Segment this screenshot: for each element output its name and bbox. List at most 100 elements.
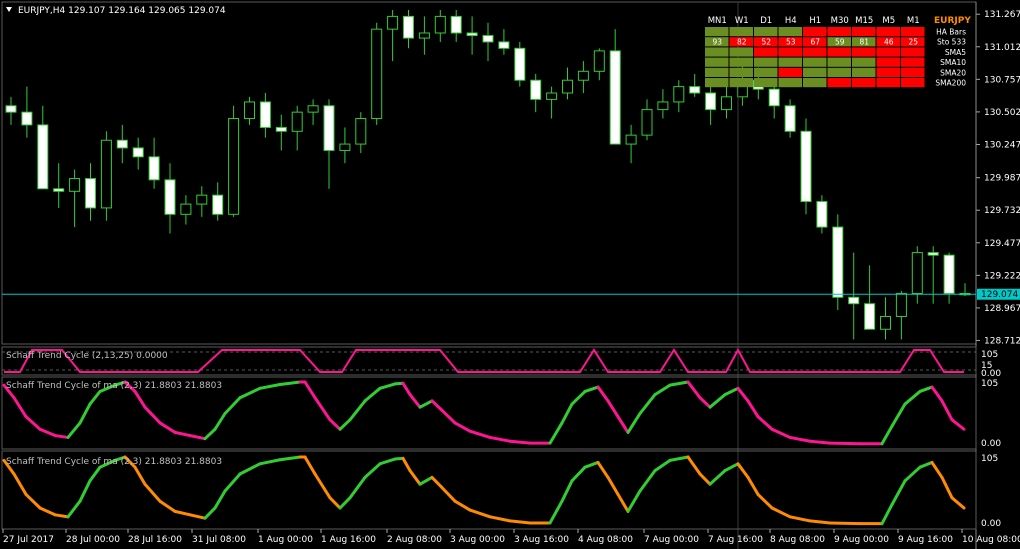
header-triangle-icon [6, 7, 12, 12]
stc-segment [583, 385, 600, 393]
candle-body [196, 194, 208, 205]
schaff-pane-3[interactable]: Schaff Trend Cycle of ma (2,3) 21.8803 2… [1, 450, 1001, 530]
dashboard-cell [901, 57, 925, 67]
candle-body [673, 86, 685, 103]
stc-segment [158, 499, 177, 513]
stc-segment [158, 421, 177, 434]
candle-body [784, 105, 796, 132]
stc-segment [313, 472, 332, 500]
stc-segment [88, 465, 102, 483]
stc-segment [440, 486, 457, 503]
price-axis[interactable]: 129.074 131.267 131.012 130.757 130.502 130.… [975, 2, 1020, 549]
stc-segment [203, 427, 217, 441]
stc-segment [596, 385, 610, 403]
dashboard-cell [729, 67, 753, 77]
stc-segment [668, 455, 690, 462]
price-tick-label: 130.247 [984, 140, 1020, 150]
candle-body [100, 139, 112, 209]
stc-segment [756, 415, 774, 431]
schaff-scale-bottom-3: 0.00 [981, 519, 1001, 529]
time-tick-label: 10 Aug 08:00 [962, 535, 1020, 545]
timeframe-header: D1 [760, 16, 772, 26]
candle-body [85, 178, 96, 209]
candle-body [371, 28, 383, 120]
candle-body [21, 111, 33, 126]
stc-segment [408, 469, 422, 486]
stc-segment [880, 424, 894, 446]
stc-segment [890, 402, 907, 428]
dashboard-cell [729, 47, 753, 57]
stc-segment [38, 506, 57, 517]
schaff-pane-1[interactable]: Schaff Trend Cycle (2,13,25) 0.0000 105 … [1, 346, 1001, 379]
time-tick-label: 3 Aug 00:00 [450, 535, 505, 545]
time-axis[interactable]: 27 Jul 2017 28 Jul 00:00 28 Jul 16:00 31 Ju… [2, 529, 1020, 545]
stc-segment [12, 396, 28, 419]
stc-segment [918, 460, 934, 469]
stc-segment [638, 469, 657, 493]
dashboard-cell [705, 67, 729, 77]
stc-segment [828, 521, 862, 526]
schaff-scale-bottom-1: 0.00 [981, 369, 1001, 379]
stc-segment [143, 405, 162, 425]
candle-body [498, 41, 510, 49]
trading-chart[interactable]: EURJPY,H4 129.107 129.164 129.065 129.07… [0, 0, 1020, 549]
stc-segment [930, 385, 944, 403]
stc-segment [736, 386, 750, 403]
dashboard-cell [876, 47, 900, 57]
dashboard-cell [852, 27, 876, 37]
stc-segment [723, 386, 740, 397]
price-tick-label: 130.757 [984, 75, 1020, 85]
schaff-pane-2[interactable]: Schaff Trend Cycle of ma (2,3) 21.8803 2… [1, 376, 1001, 450]
stc-segment [258, 458, 282, 466]
candle-body [721, 96, 732, 111]
stc-segment [453, 499, 472, 512]
candle-body [593, 50, 605, 72]
time-tick-label: 9 Aug 16:00 [898, 535, 953, 545]
candle-body [562, 79, 573, 94]
stc-segment [468, 429, 492, 439]
dashboard-cell [778, 27, 802, 37]
candle-body [259, 101, 271, 128]
stc-segment [770, 427, 792, 439]
price-tick-label: 129.987 [984, 174, 1020, 184]
dashboard-cell [778, 57, 802, 67]
dashboard-cell-value: 93 [712, 38, 722, 47]
time-tick-label: 8 Aug 08:00 [770, 535, 825, 545]
stc-segment [606, 399, 620, 419]
schaff-title-2: Schaff Trend Cycle of ma (2,3) 21.8803 2… [6, 381, 222, 391]
candle-body [275, 126, 287, 132]
stc-segment [616, 415, 630, 434]
candle-body [53, 188, 65, 192]
stc-segment [736, 462, 750, 479]
stc-segment [918, 385, 934, 393]
stc-segment [133, 465, 147, 486]
candle-body [116, 139, 128, 149]
stc-segment [213, 489, 227, 510]
current-price-label: 129.074 [981, 290, 1018, 300]
candle-body [625, 134, 637, 145]
stc-segment [903, 389, 922, 406]
candle-body [244, 101, 255, 120]
dashboard-row-label: SMA20 [940, 68, 966, 77]
stc-segment [723, 462, 740, 473]
dashboard-cell [754, 27, 778, 37]
symbol-header: EURJPY,H4 129.107 129.164 129.065 129.07… [18, 6, 226, 16]
stc-segment [686, 455, 702, 476]
stc-segment [328, 418, 342, 431]
timeframe-header: H4 [785, 16, 797, 26]
candle-body [418, 32, 430, 39]
indicator-dashboard: EURJPY MN1 W1 D1 H4 H1 M30 M15 M5 M1 HA Bars 93 82 5… [705, 16, 971, 88]
stc-segment [570, 389, 587, 406]
time-tick-label: 2 Aug 08:00 [387, 535, 442, 545]
candle-body [848, 296, 860, 305]
dashboard-cell [901, 67, 925, 77]
stc-segment [303, 380, 317, 400]
stc-segment [698, 472, 712, 486]
stc-segment [313, 396, 332, 422]
stc-segment [668, 380, 690, 387]
stc-segment [24, 492, 42, 510]
stc-segment [328, 496, 342, 510]
time-tick-label: 4 Aug 08:00 [578, 535, 633, 545]
stc-segment [363, 386, 382, 403]
stc-segment [788, 515, 812, 523]
